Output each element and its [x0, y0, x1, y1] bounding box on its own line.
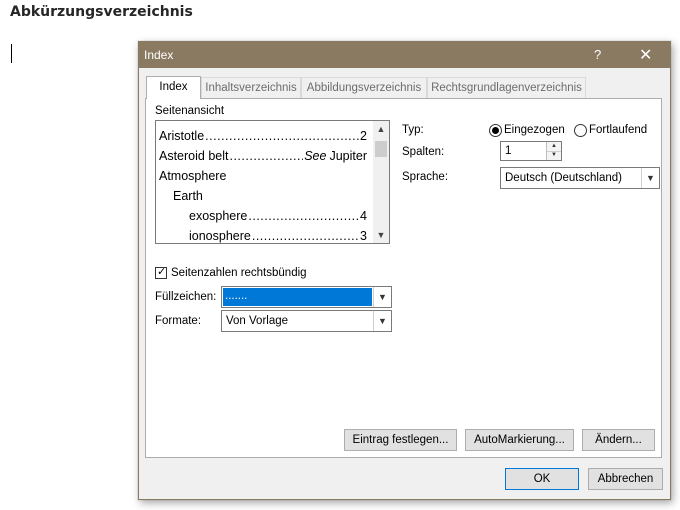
fuellzeichen-label: Füllzeichen: [155, 291, 217, 303]
right-align-checkbox[interactable]: ✓ [155, 266, 167, 279]
chevron-down-icon[interactable]: ▼ [373, 227, 389, 243]
preview-line: Asteroid belt See Jupiter [159, 143, 367, 163]
tab-inhaltsverzeichnis[interactable]: Inhaltsverzeichnis [201, 77, 301, 98]
preview-entry-text: exosphere [189, 209, 248, 223]
index-tab-panel: Seitenansicht Aristotle 2 Asteroid belt … [145, 98, 662, 458]
preview-line: Aristotle 2 [159, 123, 367, 143]
preview-entry-text: Atmosphere [159, 169, 227, 183]
preview-scrollbar[interactable]: ▲ ▼ [373, 121, 389, 243]
formate-value: Von Vorlage [226, 315, 289, 327]
sprache-label: Sprache: [402, 171, 449, 183]
preview-see-reference: See [304, 149, 327, 163]
index-dialog: Index ? ✕ Index Inhaltsverzeichnis Abbil… [138, 41, 671, 500]
preview-line: Earth [173, 183, 367, 203]
preview-line: exosphere 4 [189, 203, 367, 223]
close-icon[interactable]: ✕ [639, 45, 652, 65]
spin-buttons[interactable]: ▲ ▼ [546, 142, 561, 160]
dialog-titlebar[interactable]: Index ? ✕ [139, 42, 670, 68]
tab-index[interactable]: Index [146, 76, 201, 99]
document-heading: Abkürzungsverzeichnis [10, 4, 193, 20]
sprache-value: Deutsch (Deutschland) [505, 172, 622, 184]
sprache-select[interactable]: Deutsch (Deutschland) ▼ [500, 167, 660, 189]
chevron-down-icon[interactable]: ▼ [641, 168, 659, 188]
preview-line: Atmosphere [159, 163, 367, 183]
chevron-down-icon[interactable]: ▼ [373, 287, 391, 307]
typ-fortlaufend-label[interactable]: Fortlaufend [589, 124, 647, 136]
preview-leader-dots [248, 209, 359, 223]
help-icon[interactable]: ? [594, 47, 601, 62]
chevron-down-icon[interactable]: ▼ [373, 311, 391, 331]
scrollbar-thumb[interactable] [375, 141, 387, 157]
typ-label: Typ: [402, 124, 424, 136]
check-icon: ✓ [157, 266, 167, 278]
preview-label: Seitenansicht [155, 105, 225, 117]
right-align-label[interactable]: Seitenzahlen rechtsbündig [171, 267, 307, 279]
tab-abbildungsverzeichnis[interactable]: Abbildungsverzeichnis [301, 77, 427, 98]
preview-leader-dots [252, 229, 359, 243]
fuellzeichen-select[interactable]: ....... ▼ [221, 286, 392, 308]
preview-entry-page: Jupiter [329, 149, 367, 163]
dialog-title: Index [144, 48, 174, 62]
preview-entry-text: Aristotle [159, 129, 205, 143]
spalten-value[interactable]: 1 [505, 145, 511, 157]
formate-label: Formate: [155, 315, 202, 327]
ok-button[interactable]: OK [505, 468, 579, 490]
cancel-button[interactable]: Abbrechen [588, 468, 663, 490]
text-cursor [11, 44, 12, 63]
preview-leader-dots [205, 129, 359, 143]
preview-leader-dots [229, 149, 303, 163]
modify-button[interactable]: Ändern... [582, 429, 655, 451]
preview-box[interactable]: Aristotle 2 Asteroid belt See Jupiter At… [155, 120, 390, 244]
spalten-stepper[interactable]: 1 ▲ ▼ [500, 141, 562, 161]
chevron-up-icon[interactable]: ▲ [373, 121, 389, 137]
preview-entry-page: 3 [360, 229, 367, 243]
typ-fortlaufend-radio[interactable] [574, 124, 587, 137]
typ-eingezogen-label[interactable]: Eingezogen [504, 124, 565, 136]
fuellzeichen-value: ....... [225, 290, 248, 302]
tab-rechtsgrundlagenverzeichnis[interactable]: Rechtsgrundlagenverzeichnis [427, 77, 586, 98]
formate-select[interactable]: Von Vorlage ▼ [221, 310, 392, 332]
typ-eingezogen-radio[interactable] [489, 124, 502, 137]
mark-entry-button[interactable]: Eintrag festlegen... [344, 429, 457, 451]
preview-entry-text: Asteroid belt [159, 149, 229, 163]
chevron-down-icon[interactable]: ▼ [547, 151, 561, 160]
preview-entry-text: ionosphere [189, 229, 251, 243]
preview-line: ionosphere 3 [189, 223, 367, 243]
preview-entry-page: 4 [360, 209, 367, 223]
preview-entry-text: Earth [173, 189, 203, 203]
automark-button[interactable]: AutoMarkierung... [465, 429, 574, 451]
spalten-label: Spalten: [402, 146, 445, 158]
preview-entry-page: 2 [360, 129, 367, 143]
